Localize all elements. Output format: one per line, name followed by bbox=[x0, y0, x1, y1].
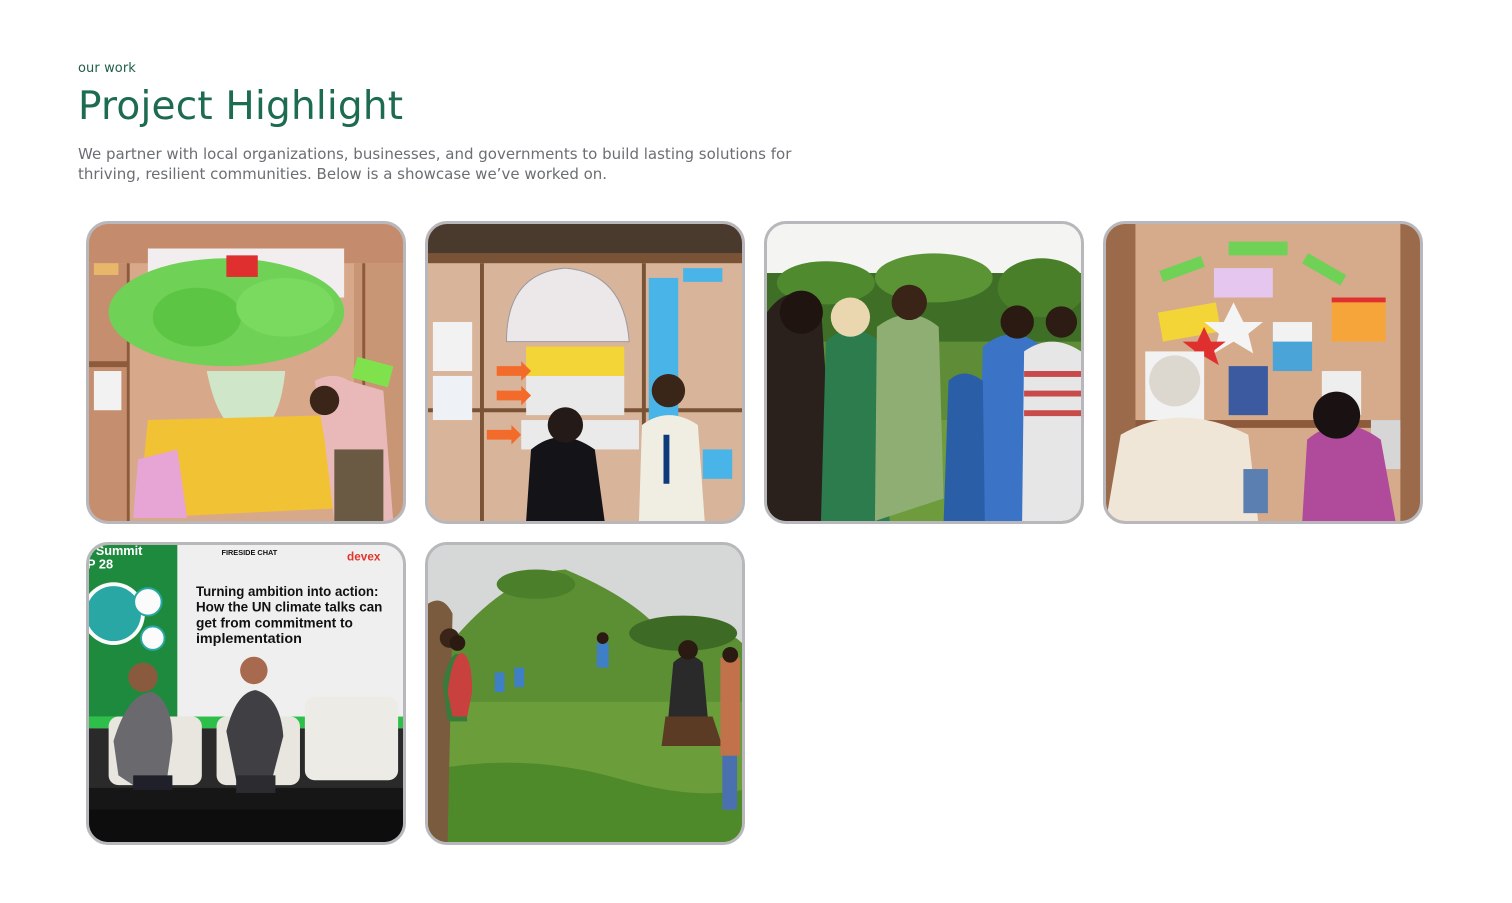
photo-card[interactable] bbox=[1103, 221, 1423, 524]
brand-logo: devex bbox=[347, 551, 381, 564]
stage-headline-line-1: Turning ambition into action: bbox=[196, 584, 379, 599]
photo-card[interactable] bbox=[425, 221, 745, 524]
stage-headline-line-2: How the UN climate talks can bbox=[196, 600, 382, 615]
photo-card[interactable] bbox=[86, 221, 406, 524]
workshop-tree-poster-photo bbox=[89, 224, 403, 521]
photo-card[interactable] bbox=[425, 542, 745, 845]
page-title: Project Highlight bbox=[78, 84, 404, 129]
fireside-chat-stage-photo: x Summit P 28 FIRESIDE CHAT devex Turnin… bbox=[89, 545, 403, 842]
photo-card[interactable]: x Summit P 28 FIRESIDE CHAT devex Turnin… bbox=[86, 542, 406, 845]
workshop-wall-display-photo bbox=[1106, 224, 1420, 521]
stage-headline-line-3: get from commitment to bbox=[196, 615, 353, 630]
photo-card[interactable] bbox=[764, 221, 1084, 524]
project-gallery: x Summit P 28 FIRESIDE CHAT devex Turnin… bbox=[86, 221, 1423, 845]
summit-sub-text: P 28 bbox=[89, 557, 113, 572]
hillside-field-group-photo bbox=[428, 545, 742, 842]
fireside-tag: FIRESIDE CHAT bbox=[221, 548, 277, 557]
page-description: We partner with local organizations, bus… bbox=[78, 145, 792, 183]
field-visit-group-photo bbox=[767, 224, 1081, 521]
stage-headline-line-4: implementation bbox=[196, 631, 302, 646]
workshop-board-discussion-photo bbox=[428, 224, 742, 521]
eyebrow-label: our work bbox=[78, 61, 136, 76]
